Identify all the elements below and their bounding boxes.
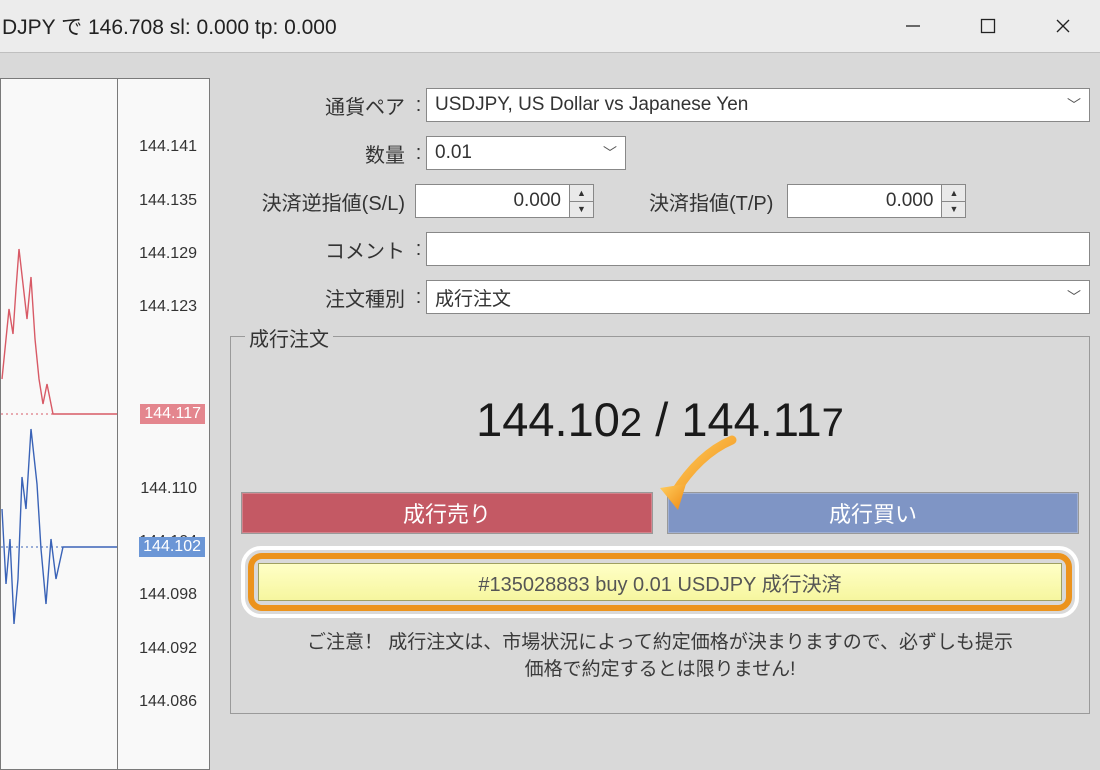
chart-tick: 144.110 (140, 480, 197, 498)
sl-stepper[interactable]: ▲ ▼ (570, 184, 594, 218)
close-button[interactable] (1025, 0, 1100, 52)
label-tp: 決済指値(T/P) (649, 187, 773, 216)
price-display: 144.102 / 144.117 (241, 392, 1079, 447)
symbol-value: USDJPY, US Dollar vs Japanese Yen (435, 94, 748, 116)
chevron-down-icon: ﹀ (603, 143, 617, 163)
order-type-dropdown[interactable]: 成行注文 ﹀ (426, 280, 1090, 314)
window-buttons (875, 0, 1100, 52)
chart-tick: 144.129 (139, 245, 197, 263)
label-sl: 決済逆指値(S/L) (230, 187, 411, 216)
maximize-button[interactable] (950, 0, 1025, 52)
sl-input[interactable]: 0.000 (415, 184, 570, 218)
price-badge-blue: 144.102 (139, 537, 205, 557)
group-title: 成行注文 (245, 323, 333, 352)
chart-tick: 144.135 (139, 192, 197, 210)
label-comment: コメント (230, 235, 411, 264)
chart-y-axis: 144.141 144.135 144.129 144.123 144.110 144.1… (118, 79, 209, 769)
tp-stepper[interactable]: ▲ ▼ (942, 184, 966, 218)
buy-button[interactable]: 成行買い (667, 492, 1079, 534)
chart-tick: 144.141 (139, 138, 197, 156)
minimize-button[interactable] (875, 0, 950, 52)
order-form: 通貨ペア : USDJPY, US Dollar vs Japanese Yen… (210, 53, 1100, 763)
chart-tick: 144.086 (139, 693, 197, 711)
chart-tick: 144.098 (139, 586, 197, 604)
trade-buttons-row: 成行売り 成行買い (241, 492, 1079, 534)
chart-tick: 144.092 (139, 640, 197, 658)
close-order-highlight: #135028883 buy 0.01 USDJPY 成行決済 (241, 546, 1079, 618)
volume-value: 0.01 (435, 142, 472, 164)
arrow-up-icon[interactable]: ▲ (570, 185, 593, 202)
market-order-group: 成行注文 144.102 / 144.117 成行売り 成行買い (230, 336, 1090, 714)
label-symbol: 通貨ペア (230, 91, 411, 120)
tp-input[interactable]: 0.000 (787, 184, 942, 218)
arrow-up-icon[interactable]: ▲ (942, 185, 965, 202)
arrow-down-icon[interactable]: ▼ (570, 202, 593, 218)
window-title: DJPY で 146.708 sl: 0.000 tp: 0.000 (2, 11, 337, 41)
arrow-down-icon[interactable]: ▼ (942, 202, 965, 218)
chart-plot-area (1, 79, 118, 769)
comment-input[interactable] (426, 232, 1090, 266)
close-order-button[interactable]: #135028883 buy 0.01 USDJPY 成行決済 (258, 563, 1062, 601)
chevron-down-icon: ﹀ (1067, 287, 1081, 307)
title-bar: DJPY で 146.708 sl: 0.000 tp: 0.000 (0, 0, 1100, 53)
volume-dropdown[interactable]: 0.01 ﹀ (426, 136, 626, 170)
symbol-dropdown[interactable]: USDJPY, US Dollar vs Japanese Yen ﹀ (426, 88, 1090, 122)
market-order-notice: ご注意！ 成行注文は、市場状況によって約定価格が決まりますので、必ずしも提示 価… (241, 630, 1079, 683)
order-type-value: 成行注文 (435, 284, 511, 311)
chevron-down-icon: ﹀ (1067, 95, 1081, 115)
label-order-type: 注文種別 (230, 283, 411, 312)
price-badge-red: 144.117 (140, 404, 205, 424)
sell-button[interactable]: 成行売り (241, 492, 653, 534)
label-volume: 数量 (230, 139, 411, 168)
tick-chart: 144.141 144.135 144.129 144.123 144.110 144.1… (0, 78, 210, 770)
chart-tick: 144.123 (139, 298, 197, 316)
